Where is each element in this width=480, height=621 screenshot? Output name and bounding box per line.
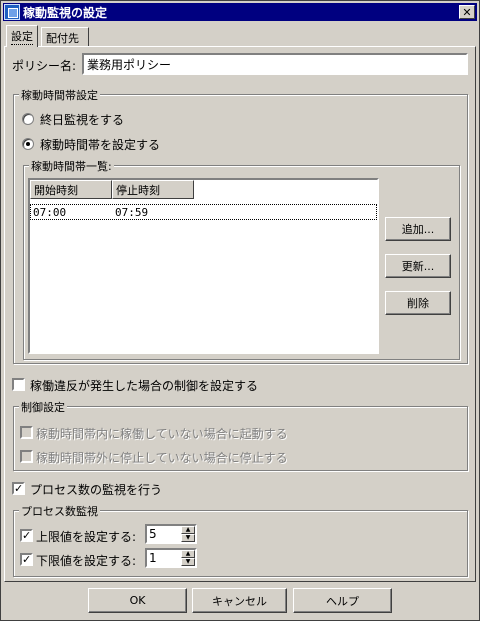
operating-hours-list[interactable]: 開始時刻 停止時刻 07:00 07:59 [28, 178, 379, 354]
upper-limit-checkbox[interactable]: ✓ [20, 529, 33, 542]
upper-limit-down-button[interactable]: ▼ [181, 534, 195, 542]
spin-up-icon: ▲ [185, 526, 191, 533]
radio-all-day-label: 終日監視をする [40, 113, 125, 127]
control-settings-title: 制御設定 [19, 399, 67, 415]
tab-distribution[interactable]: 配付先 [41, 27, 89, 47]
process-monitor-checkbox[interactable]: ✓ [12, 482, 25, 495]
help-button-label: ヘルプ [326, 594, 359, 608]
lower-limit-value: 1 [149, 551, 157, 565]
list-item-stop: 07:59 [115, 206, 149, 219]
stop-if-not-stopped-label: 稼動時間帯外に停止していない場合に停止する [36, 451, 288, 465]
close-button[interactable]: ✕ [459, 5, 475, 19]
spin-down-icon: ▼ [185, 558, 191, 565]
policy-name-input[interactable]: 業務用ポリシー [82, 53, 468, 75]
process-count-title: プロセス数監視 [19, 503, 100, 519]
tab-distribution-label: 配付先 [46, 31, 79, 45]
update-button-label: 更新... [401, 260, 435, 273]
ok-button-label: OK [129, 594, 146, 607]
operating-hours-title: 稼動時間帯設定 [19, 87, 100, 103]
add-button[interactable]: 追加... [385, 217, 451, 241]
radio-set-hours-label: 稼動時間帯を設定する [40, 138, 161, 152]
start-if-not-running-checkbox[interactable] [20, 426, 33, 439]
close-icon: ✕ [462, 5, 472, 19]
upper-limit-value: 5 [149, 527, 157, 541]
lower-limit-checkbox[interactable]: ✓ [20, 553, 33, 566]
lower-limit-label: 下限値を設定する: [36, 554, 137, 568]
update-button[interactable]: 更新... [385, 254, 451, 278]
start-if-not-running-label: 稼動時間帯内に稼働していない場合に起動する [36, 427, 288, 441]
spin-down-icon: ▼ [185, 534, 191, 541]
column-header-stop[interactable]: 停止時刻 [112, 180, 194, 199]
violation-control-checkbox[interactable] [12, 378, 25, 391]
cancel-button-label: キャンセル [212, 594, 267, 608]
upper-limit-up-button[interactable]: ▲ [181, 526, 195, 534]
policy-name-value: 業務用ポリシー [87, 57, 172, 72]
violation-control-label: 稼働違反が発生した場合の制御を設定する [30, 379, 259, 393]
column-header-stop-label: 停止時刻 [116, 183, 160, 197]
lower-limit-up-button[interactable]: ▲ [181, 550, 195, 558]
add-button-label: 追加... [401, 223, 435, 236]
tab-settings-label: 設定 [11, 30, 33, 45]
window-title: 稼動監視の設定 [23, 5, 108, 20]
app-icon [4, 4, 20, 20]
delete-button-label: 削除 [407, 297, 429, 310]
delete-button[interactable]: 削除 [385, 291, 451, 315]
radio-set-hours[interactable] [22, 138, 34, 150]
process-monitor-label: プロセス数の監視を行う [30, 483, 163, 497]
settings-dialog: 稼動監視の設定 ✕ 設定 配付先 ポリシー名: 業務用ポリシー 稼動時間帯設定 … [0, 0, 480, 621]
upper-limit-stepper[interactable]: 5 ▲ ▼ [145, 524, 197, 544]
stop-if-not-stopped-checkbox[interactable] [20, 450, 33, 463]
help-button[interactable]: ヘルプ [293, 588, 392, 613]
column-header-start-label: 開始時刻 [34, 183, 78, 197]
policy-name-label: ポリシー名: [12, 59, 77, 73]
ok-button[interactable]: OK [88, 588, 187, 613]
lower-limit-stepper[interactable]: 1 ▲ ▼ [145, 548, 197, 568]
lower-limit-down-button[interactable]: ▼ [181, 558, 195, 566]
radio-all-day[interactable] [22, 113, 34, 125]
tab-settings[interactable]: 設定 [6, 25, 38, 47]
list-item-start: 07:00 [33, 206, 67, 219]
upper-limit-label: 上限値を設定する: [36, 530, 137, 544]
spin-up-icon: ▲ [185, 550, 191, 557]
operating-hours-list-title: 稼動時間帯一覧: [29, 158, 114, 174]
list-item[interactable]: 07:00 07:59 [30, 204, 377, 220]
cancel-button[interactable]: キャンセル [192, 588, 287, 613]
title-bar: 稼動監視の設定 ✕ [3, 3, 477, 21]
column-header-start[interactable]: 開始時刻 [30, 180, 112, 199]
